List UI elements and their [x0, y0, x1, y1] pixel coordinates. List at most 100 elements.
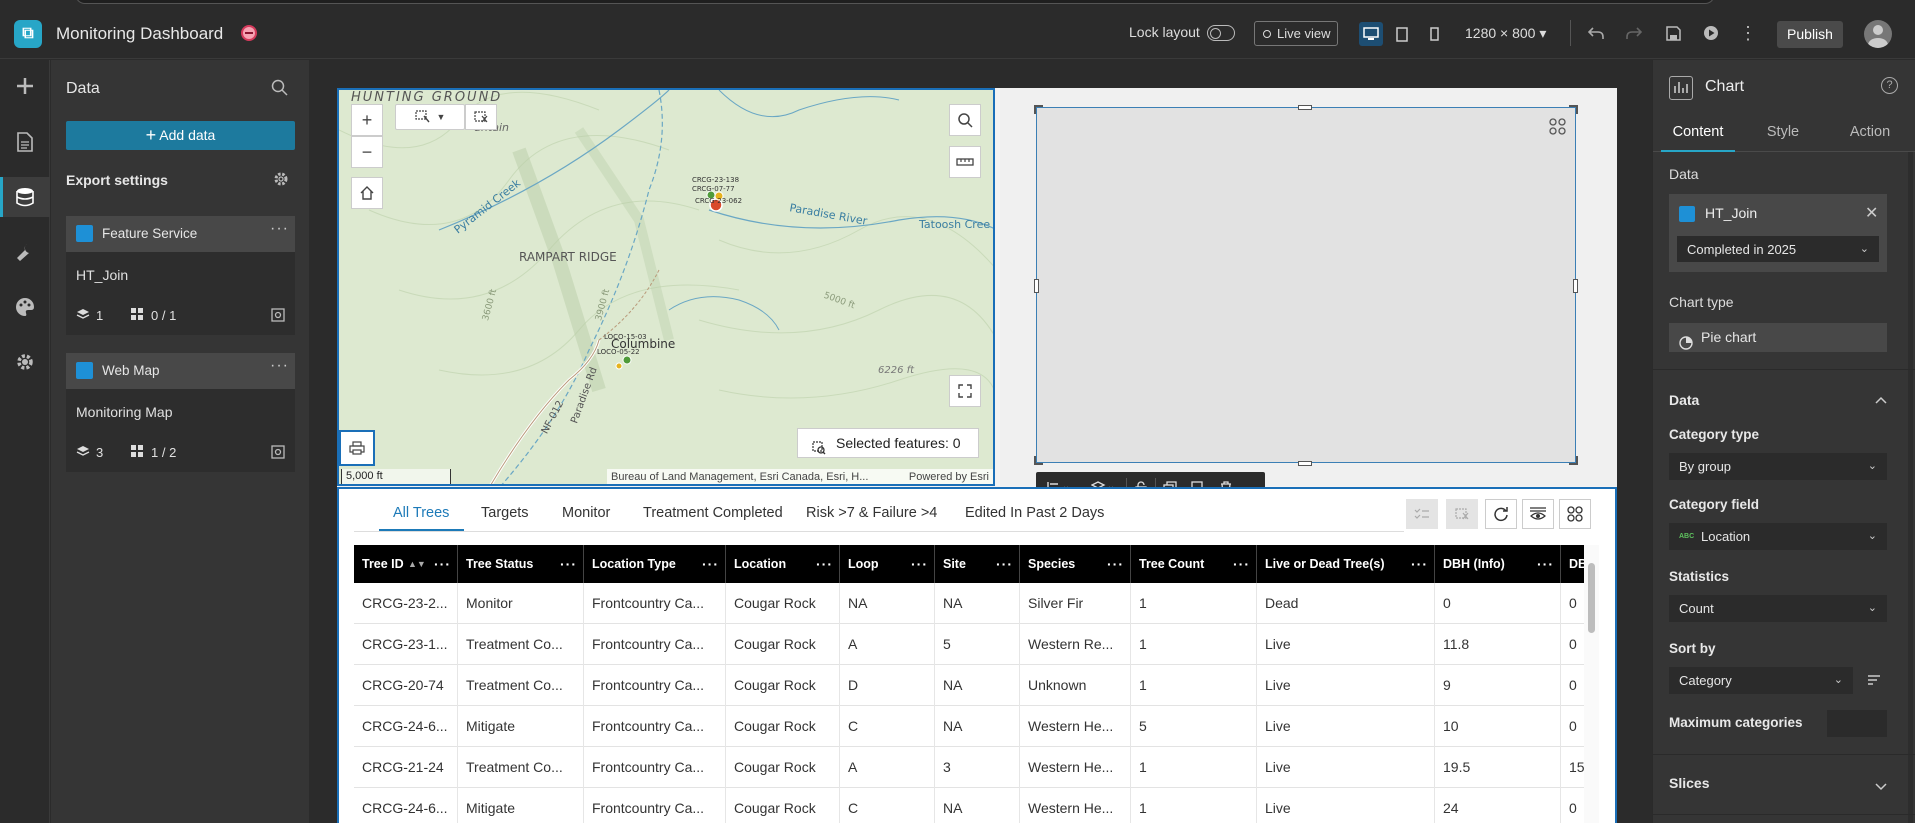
publish-button[interactable]: Publish	[1777, 21, 1843, 48]
scrollbar-thumb[interactable]	[1588, 563, 1595, 633]
table-row[interactable]: CRCG-24-6... Mitigate Frontcountry Ca...…	[354, 706, 1599, 747]
column-menu-icon[interactable]: ···	[434, 545, 451, 583]
data-database-icon[interactable]	[0, 177, 50, 217]
more-options-icon[interactable]: ···	[270, 220, 289, 238]
resolution-select[interactable]: 1280 × 800 ▾	[1465, 25, 1546, 42]
resize-handle-right[interactable]	[1573, 279, 1578, 293]
resize-corner[interactable]	[1569, 105, 1578, 114]
undo-icon[interactable]	[1585, 22, 1607, 44]
tablet-view-icon[interactable]	[1390, 22, 1414, 46]
tab-targets[interactable]: Targets	[481, 501, 529, 531]
draft-status-icon[interactable]	[241, 25, 257, 41]
category-field-select[interactable]: ABC Location ⌄	[1669, 523, 1887, 550]
column-header[interactable]: Live or Dead Tree(s) ···	[1257, 545, 1435, 583]
category-type-select[interactable]: By group ⌄	[1669, 453, 1887, 480]
column-header[interactable]: Tree Count ···	[1131, 545, 1257, 583]
chart-type-select[interactable]: Pie chart	[1669, 323, 1887, 352]
column-menu-icon[interactable]: ···	[560, 545, 577, 583]
theme-palette-icon[interactable]	[0, 287, 50, 327]
measure-icon[interactable]	[949, 146, 981, 178]
app-logo-icon[interactable]: ⧉	[14, 20, 42, 48]
chevron-down-icon[interactable]	[1875, 778, 1887, 794]
sort-by-select[interactable]: Category ⌄	[1669, 667, 1853, 694]
chart-widget[interactable]	[1036, 107, 1576, 463]
column-header[interactable]: Site ···	[935, 545, 1020, 583]
live-view-button[interactable]: Live view	[1254, 21, 1338, 46]
insert-widget-icon[interactable]	[0, 66, 50, 106]
clear-selection-icon[interactable]	[1446, 499, 1478, 529]
column-header[interactable]: Tree ID ▲▼ ···	[354, 545, 458, 583]
table-scrollbar[interactable]	[1584, 545, 1599, 823]
tab-edited-recent[interactable]: Edited In Past 2 Days	[965, 501, 1104, 531]
desktop-view-icon[interactable]	[1359, 22, 1383, 46]
print-icon[interactable]	[339, 430, 375, 466]
save-icon[interactable]	[1662, 22, 1684, 44]
more-options-icon[interactable]: ···	[270, 357, 289, 375]
column-header[interactable]: Location ···	[726, 545, 840, 583]
map-attribution[interactable]: Bureau of Land Management, Esri Canada, …	[607, 469, 993, 484]
resize-handle-bottom[interactable]	[1298, 461, 1312, 466]
column-header[interactable]: Tree Status ···	[458, 545, 584, 583]
sort-order-icon[interactable]	[1867, 673, 1881, 690]
slices-section-header[interactable]: Slices	[1669, 775, 1709, 791]
data-source-box[interactable]: HT_Join ✕ Completed in 2025 ⌄	[1669, 194, 1887, 272]
export-settings-gear-icon[interactable]	[273, 171, 289, 190]
resize-corner[interactable]	[1034, 456, 1043, 465]
table-row[interactable]: CRCG-23-2... Monitor Frontcountry Ca... …	[354, 583, 1599, 624]
refresh-icon[interactable]	[1485, 499, 1517, 529]
mobile-view-icon[interactable]	[1422, 22, 1446, 46]
help-icon[interactable]: ?	[1881, 77, 1898, 94]
fullscreen-icon[interactable]	[949, 375, 981, 407]
zoom-in-button[interactable]: +	[351, 104, 383, 136]
resize-handle-left[interactable]	[1034, 279, 1039, 293]
remove-data-icon[interactable]: ✕	[1865, 203, 1878, 223]
resize-handle-top[interactable]	[1298, 105, 1312, 110]
user-avatar[interactable]	[1864, 20, 1892, 48]
table-row[interactable]: CRCG-24-6... Mitigate Frontcountry Ca...…	[354, 788, 1599, 823]
table-row[interactable]: CRCG-21-24 Treatment Co... Frontcountry …	[354, 747, 1599, 788]
widget-settings-icon[interactable]	[1549, 118, 1566, 138]
sort-icon[interactable]: ▲▼	[408, 545, 426, 583]
column-header[interactable]: Species ···	[1020, 545, 1131, 583]
data-section-header[interactable]: Data	[1669, 392, 1699, 408]
table-row[interactable]: CRCG-23-1... Treatment Co... Frontcountr…	[354, 624, 1599, 665]
chevron-down-icon[interactable]: ▼	[437, 112, 446, 122]
table-widget[interactable]: All Trees Targets Monitor Treatment Comp…	[337, 487, 1617, 823]
show-hide-columns-icon[interactable]	[1522, 499, 1554, 529]
statistics-select[interactable]: Count ⌄	[1669, 595, 1887, 622]
data-preview-icon[interactable]	[271, 308, 285, 325]
column-menu-icon[interactable]: ···	[702, 545, 719, 583]
data-source-card[interactable]: Web Map ··· Monitoring Map 3 1 / 2	[66, 353, 295, 472]
wrench-tools-icon[interactable]	[0, 232, 50, 272]
column-menu-icon[interactable]: ···	[1411, 545, 1428, 583]
tab-style[interactable]: Style	[1753, 116, 1813, 152]
powered-by-esri[interactable]: Powered by Esri	[909, 469, 989, 484]
tab-treatment-completed[interactable]: Treatment Completed	[643, 501, 783, 531]
tab-action[interactable]: Action	[1835, 116, 1905, 152]
map-widget[interactable]: HUNTING GROUND untain Pyramid Creek RAMP…	[337, 88, 995, 486]
column-menu-icon[interactable]: ···	[1233, 545, 1250, 583]
table-row[interactable]: CRCG-20-74 Treatment Co... Frontcountry …	[354, 665, 1599, 706]
add-data-button[interactable]: + Add data	[66, 121, 295, 150]
data-preview-icon[interactable]	[271, 445, 285, 462]
data-source-name[interactable]: Monitoring Map	[76, 404, 173, 420]
tab-risk-failure[interactable]: Risk >7 & Failure >4	[806, 501, 937, 531]
tab-content[interactable]: Content	[1661, 116, 1735, 152]
column-menu-icon[interactable]: ···	[996, 545, 1013, 583]
search-icon[interactable]	[271, 79, 288, 99]
data-source-card[interactable]: Feature Service ··· HT_Join 1 0 / 1	[66, 216, 295, 335]
column-header[interactable]: Location Type ···	[584, 545, 726, 583]
column-menu-icon[interactable]: ···	[816, 545, 833, 583]
selected-features-button[interactable]: Selected features: 0	[797, 428, 979, 458]
panel-scrollbar[interactable]	[1908, 152, 1913, 823]
column-menu-icon[interactable]: ···	[911, 545, 928, 583]
page-icon[interactable]	[0, 122, 50, 162]
zoom-out-button[interactable]: −	[351, 136, 383, 168]
resize-corner[interactable]	[1569, 456, 1578, 465]
max-categories-input[interactable]	[1827, 710, 1887, 737]
settings-gear-icon[interactable]	[0, 342, 50, 382]
column-header[interactable]: Loop ···	[840, 545, 935, 583]
resize-corner[interactable]	[1034, 105, 1043, 114]
column-menu-icon[interactable]: ···	[1107, 545, 1124, 583]
chevron-up-icon[interactable]	[1875, 391, 1887, 407]
